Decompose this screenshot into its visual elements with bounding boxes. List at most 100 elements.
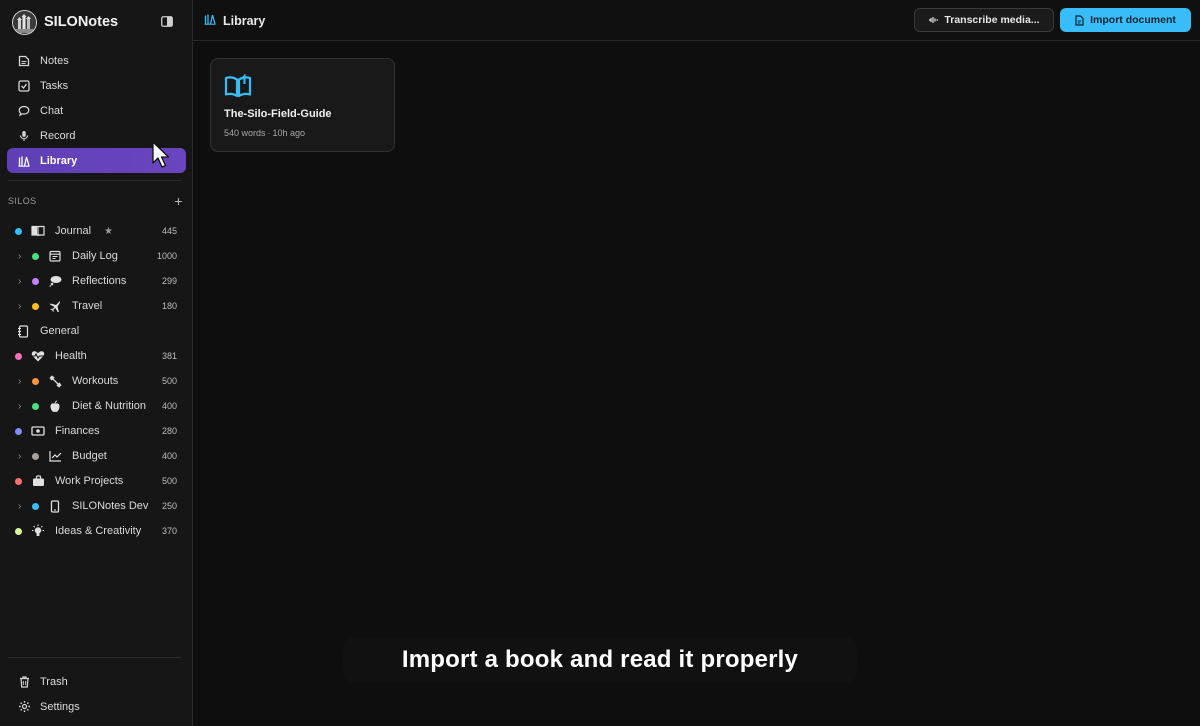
add-silo-button[interactable]: + — [174, 194, 183, 208]
chat-icon — [17, 104, 31, 118]
silo-count: 250 — [161, 501, 177, 511]
silo-name: Daily Log — [72, 250, 118, 262]
star-icon[interactable]: ★ — [104, 226, 113, 237]
page-title: Library — [204, 13, 265, 28]
silo-finances[interactable]: Finances 280 — [0, 421, 192, 441]
waveform-icon — [928, 16, 939, 24]
chevron-right-icon[interactable]: › — [18, 251, 21, 262]
silo-journal[interactable]: Journal ★ 445 — [0, 221, 192, 241]
document-word-count: 540 words — [224, 128, 266, 138]
silo-color-dot — [15, 352, 22, 360]
app-name: SILONotes — [44, 14, 119, 30]
tasks-icon — [17, 79, 31, 93]
chevron-right-icon[interactable]: › — [18, 501, 21, 512]
document-age: 10h ago — [272, 128, 306, 138]
silo-count: 400 — [161, 451, 177, 461]
chevron-right-icon[interactable]: › — [18, 451, 21, 462]
briefcase-icon — [31, 474, 45, 488]
silo-name: Reflections — [72, 275, 127, 287]
silo-budget[interactable]: › Budget 400 — [0, 446, 192, 466]
silos-header-label: SILOS — [8, 196, 37, 206]
silo-color-dot — [32, 402, 39, 410]
open-book-icon — [224, 73, 252, 103]
gear-icon — [17, 700, 31, 714]
page-title-label: Library — [223, 13, 266, 28]
silo-general[interactable]: General — [0, 321, 192, 341]
silo-count: 500 — [161, 376, 177, 386]
sidebar: SILONotes Notes Tasks Chat Record Librar… — [0, 0, 193, 726]
calendar-icon — [48, 249, 62, 263]
silo-count: 1000 — [156, 251, 177, 261]
journal-icon — [31, 224, 45, 238]
silo-daily-log[interactable]: › Daily Log 1000 — [0, 246, 192, 266]
money-icon — [31, 424, 45, 438]
nav-record-label: Record — [40, 129, 76, 142]
caption-overlay: Import a book and read it properly — [343, 637, 857, 683]
nav-tasks[interactable]: Tasks — [7, 73, 186, 98]
transcribe-media-label: Transcribe media... — [944, 14, 1040, 26]
silo-count: 299 — [161, 276, 177, 286]
silo-color-dot — [32, 502, 39, 510]
airplane-icon — [48, 299, 62, 313]
chevron-right-icon[interactable]: › — [18, 376, 21, 387]
heartbeat-icon — [31, 349, 45, 363]
chevron-right-icon[interactable]: › — [18, 276, 21, 287]
nav-library-label: Library — [40, 154, 78, 167]
import-document-button[interactable]: Import document — [1060, 8, 1191, 32]
silo-diet-nutrition[interactable]: › Diet & Nutrition 400 — [0, 396, 192, 416]
silo-name: Finances — [55, 425, 100, 437]
silo-color-dot — [15, 477, 22, 485]
nav-settings[interactable]: Settings — [7, 694, 186, 719]
silo-name: Diet & Nutrition — [72, 400, 146, 412]
silo-count: 400 — [161, 401, 177, 411]
thought-bubble-icon — [48, 274, 62, 288]
brand[interactable]: SILONotes — [12, 9, 118, 35]
library-icon — [17, 154, 31, 168]
dumbbell-icon — [48, 374, 62, 388]
lightbulb-icon — [31, 524, 45, 538]
meta-separator: · — [267, 128, 271, 138]
nav-notes[interactable]: Notes — [7, 48, 186, 73]
silo-color-dot — [32, 302, 39, 310]
mouse-cursor-icon — [152, 141, 170, 174]
chevron-right-icon[interactable]: › — [18, 301, 21, 312]
silo-silonotes-dev[interactable]: › SILONotes Dev 250 — [0, 496, 192, 516]
sidebar-toggle-icon[interactable] — [160, 14, 174, 28]
sidebar-divider — [8, 180, 181, 181]
chevron-right-icon[interactable]: › — [18, 401, 21, 412]
document-card[interactable]: The-Silo-Field-Guide 540 words · 10h ago — [210, 58, 395, 152]
silos-header: SILOS + — [8, 194, 183, 208]
silo-name: SILONotes Dev — [72, 500, 149, 512]
silo-name: Budget — [72, 450, 107, 462]
silo-color-dot — [32, 452, 39, 460]
transcribe-media-button[interactable]: Transcribe media... — [914, 8, 1054, 32]
silo-work-projects[interactable]: Work Projects 500 — [0, 471, 192, 491]
silo-name: Workouts — [72, 375, 119, 387]
silo-name: Ideas & Creativity — [55, 525, 142, 537]
silo-name: Travel — [72, 300, 103, 312]
library-icon — [204, 13, 216, 28]
silo-count: 280 — [161, 426, 177, 436]
nav-chat-label: Chat — [40, 104, 64, 117]
apple-icon — [48, 399, 62, 413]
nav-chat[interactable]: Chat — [7, 98, 186, 123]
silo-travel[interactable]: › Travel 180 — [0, 296, 192, 316]
silo-logo-icon — [12, 9, 37, 35]
notebook-icon — [16, 324, 30, 338]
import-document-label: Import document — [1090, 14, 1176, 26]
silo-count: 370 — [161, 526, 177, 536]
silo-name: General — [40, 325, 80, 337]
silo-name: Journal — [55, 225, 92, 237]
silo-color-dot — [15, 427, 22, 435]
silo-ideas-creativity[interactable]: Ideas & Creativity 370 — [0, 521, 192, 541]
trash-icon — [17, 675, 31, 689]
silo-color-dot — [32, 252, 39, 260]
silo-workouts[interactable]: › Workouts 500 — [0, 371, 192, 391]
silo-health[interactable]: Health 381 — [0, 346, 192, 366]
nav-settings-label: Settings — [40, 700, 80, 713]
silo-reflections[interactable]: › Reflections 299 — [0, 271, 192, 291]
nav-trash[interactable]: Trash — [7, 669, 186, 694]
microphone-icon — [17, 129, 31, 143]
silo-color-dot — [32, 377, 39, 385]
silo-count: 180 — [161, 301, 177, 311]
